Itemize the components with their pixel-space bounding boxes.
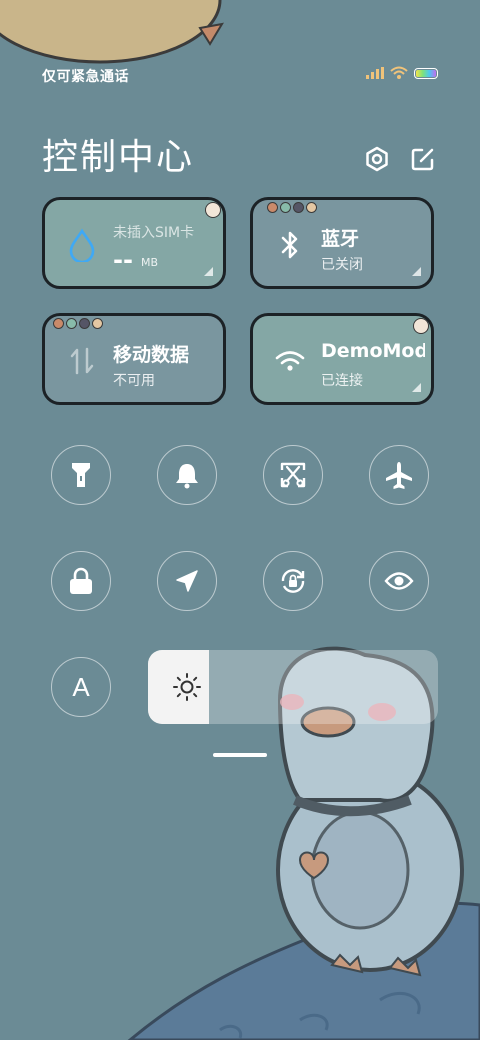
lock-icon <box>70 567 92 594</box>
airplane-toggle[interactable] <box>369 445 429 505</box>
edit-icon <box>411 148 434 171</box>
data-arrows-icon <box>65 344 99 378</box>
mobile-data-title: 移动数据 <box>113 344 190 366</box>
battery-icon <box>414 67 438 79</box>
screenshot-toggle[interactable] <box>263 445 323 505</box>
lock-toggle[interactable] <box>51 551 111 611</box>
bluetooth-icon <box>273 228 307 262</box>
page-title: 控制中心 <box>42 137 195 178</box>
bell-icon <box>176 464 198 489</box>
brightness-slider[interactable] <box>148 650 438 724</box>
eye-comfort-toggle[interactable] <box>369 551 429 611</box>
charm-decoration <box>267 202 317 213</box>
charm-decoration <box>205 202 221 218</box>
bell-toggle[interactable] <box>157 445 217 505</box>
collapse-handle[interactable] <box>213 753 267 757</box>
water-drop-icon <box>65 228 99 262</box>
wifi-icon <box>390 66 408 79</box>
bluetooth-status: 已关闭 <box>321 257 363 273</box>
screenshot-icon <box>280 462 306 488</box>
rotation-lock-toggle[interactable] <box>263 551 323 611</box>
data-usage-value: -- <box>113 246 133 274</box>
signal-bars-icon <box>366 67 384 79</box>
bluetooth-tile[interactable]: 蓝牙 已关闭 <box>250 197 434 289</box>
status-icons <box>366 66 438 80</box>
wifi-status: 已连接 <box>321 373 363 389</box>
flashlight-icon <box>72 463 90 487</box>
wifi-icon <box>273 344 307 378</box>
charm-decoration <box>413 318 429 334</box>
auto-brightness-button[interactable]: A <box>51 657 111 717</box>
bluetooth-title: 蓝牙 <box>321 228 360 250</box>
sim-status-label: 未插入SIM卡 <box>113 225 195 241</box>
data-usage-tile[interactable]: 未插入SIM卡 -- MB <box>42 197 226 289</box>
location-icon <box>176 570 198 592</box>
rotation-lock-icon <box>281 569 305 593</box>
wifi-tile[interactable]: DemoMod 已连接 <box>250 313 434 405</box>
flashlight-toggle[interactable] <box>51 445 111 505</box>
expand-corner-icon <box>412 383 421 392</box>
edit-button[interactable] <box>408 144 438 174</box>
charm-decoration <box>53 318 103 329</box>
gear-icon <box>366 146 388 172</box>
expand-corner-icon <box>204 267 213 276</box>
auto-brightness-label: A <box>72 671 90 702</box>
wifi-network-name: DemoMod <box>321 340 425 362</box>
expand-corner-icon <box>412 267 421 276</box>
settings-button[interactable] <box>362 144 392 174</box>
mobile-data-tile[interactable]: 移动数据 不可用 <box>42 313 226 405</box>
mobile-data-status: 不可用 <box>113 373 155 389</box>
status-carrier-text: 仅可紧急通话 <box>42 69 129 85</box>
airplane-icon <box>386 462 412 489</box>
data-usage-unit: MB <box>141 256 159 269</box>
location-toggle[interactable] <box>157 551 217 611</box>
sun-icon <box>173 673 201 701</box>
eye-icon <box>384 572 414 590</box>
